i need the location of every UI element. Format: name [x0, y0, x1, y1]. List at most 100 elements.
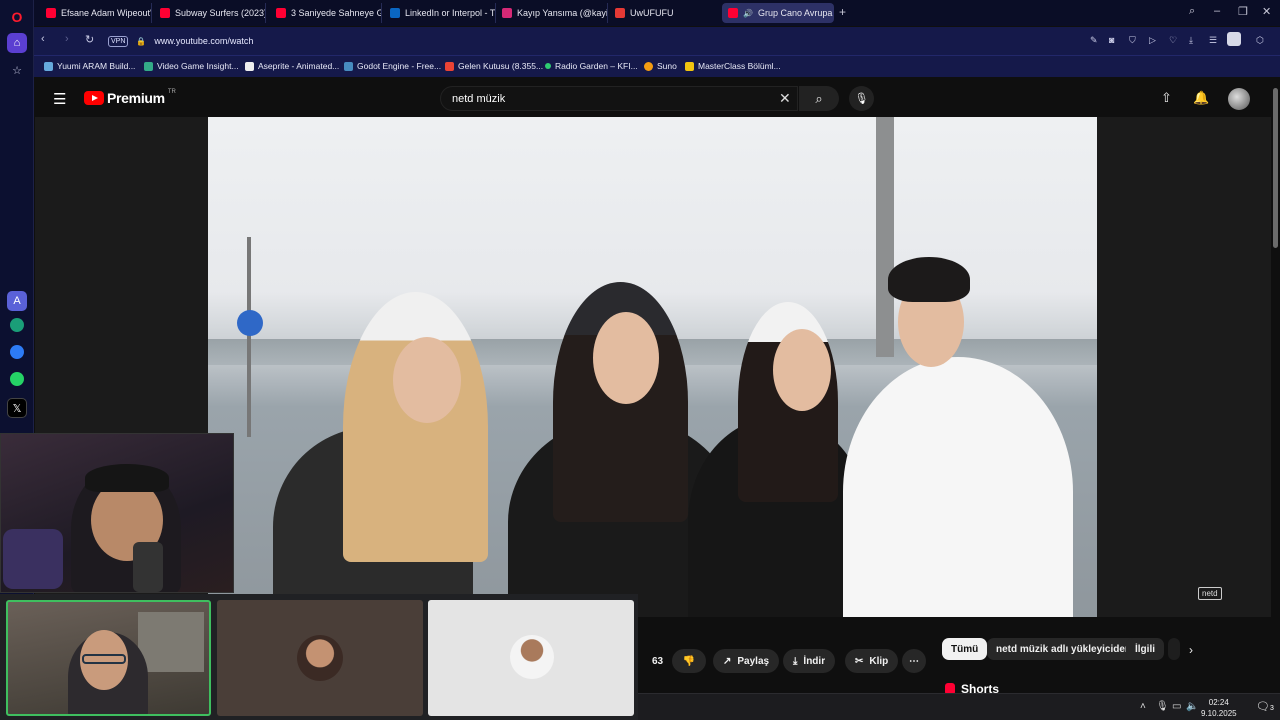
thumbs-down-icon: 👎: [682, 655, 696, 667]
region-label: TR: [167, 89, 176, 95]
tab-title: Efsane Adam Wipeout'da: [61, 8, 152, 18]
bookmark[interactable]: Gelen Kutusu (8.355...: [445, 61, 543, 71]
new-tab-button[interactable]: +: [839, 5, 846, 19]
dislike-button[interactable]: 👎: [672, 649, 706, 673]
volume-icon[interactable]: 🔈: [1186, 701, 1198, 712]
youtube-logo[interactable]: Premium TR: [84, 89, 176, 106]
system-clock[interactable]: 02:24 9.10.2025: [1201, 697, 1237, 719]
reload-icon[interactable]: ↻: [85, 33, 94, 46]
participant-tile-active[interactable]: [6, 600, 211, 716]
clear-search-icon[interactable]: ✕: [779, 90, 791, 107]
video-face: [393, 337, 461, 423]
star-icon[interactable]: ☆: [7, 60, 27, 80]
scrollbar-thumb[interactable]: [1273, 88, 1278, 248]
chip-from-uploader[interactable]: netd müzik adlı yükleyiciden: [987, 638, 1141, 660]
participant-tile[interactable]: [217, 600, 423, 716]
bookmark-favicon-icon: [144, 61, 153, 71]
video-pole: [247, 237, 251, 437]
video-person: [343, 292, 488, 562]
whatsapp-icon[interactable]: [10, 372, 24, 386]
chevron-up-icon[interactable]: ˄: [1140, 701, 1146, 712]
tab-title: UwUFUFU: [630, 8, 674, 18]
notifications-bell-icon[interactable]: 🔔: [1193, 90, 1209, 106]
participant-tile[interactable]: [428, 600, 634, 716]
messenger-icon[interactable]: [10, 345, 24, 359]
chip-more[interactable]: [1168, 638, 1180, 660]
x-twitter-icon[interactable]: 𝕏: [7, 398, 27, 418]
camera-icon[interactable]: ◙: [1109, 35, 1114, 45]
lamp-marker: [237, 310, 263, 336]
tab[interactable]: UwUFUFU: [609, 3, 721, 23]
video-face: [773, 329, 831, 411]
bookmark-favicon-icon: [44, 61, 53, 71]
search-input[interactable]: netd müzik: [440, 86, 798, 111]
more-actions-button[interactable]: ⋯: [902, 649, 926, 673]
bookmark-label: Yuumi ARAM Build...: [57, 61, 136, 71]
home-icon[interactable]: ⌂: [7, 33, 27, 53]
vpn-badge[interactable]: VPN: [108, 35, 129, 47]
bookmark-label: Radio Garden – KFI...: [555, 61, 638, 71]
video-frame[interactable]: [208, 117, 1097, 617]
like-button[interactable]: 63: [636, 649, 663, 673]
close-icon[interactable]: ✕: [1262, 5, 1271, 18]
bookmark[interactable]: Yuumi ARAM Build...: [44, 61, 135, 71]
tab[interactable]: Kayıp Yansıma (@kayipyan: [496, 3, 608, 23]
back-icon[interactable]: ‹: [41, 33, 45, 45]
url-field[interactable]: VPN 🔒 www.youtube.com/watch: [108, 32, 1280, 50]
share-button[interactable]: ↗ Paylaş: [713, 649, 780, 673]
opera-logo-icon[interactable]: O: [7, 7, 27, 27]
tab[interactable]: LinkedIn or Interpol - The: [384, 3, 496, 23]
shield-icon[interactable]: ⛉: [1129, 35, 1136, 46]
download-icon[interactable]: ⤓: [1189, 35, 1193, 46]
minimize-icon[interactable]: –: [1214, 5, 1220, 17]
youtube-favicon-icon: [276, 8, 286, 18]
notification-center-icon[interactable]: 🗨3: [1256, 700, 1274, 713]
menu-lines-icon[interactable]: ☰: [1209, 35, 1217, 46]
microphone-icon[interactable]: 🎙: [1156, 701, 1169, 712]
bookmark[interactable]: Godot Engine - Free...: [344, 61, 441, 71]
tab[interactable]: Subway Surfers (2023) - G: [154, 3, 266, 23]
bookmark-favicon-icon: [644, 61, 653, 71]
video-face: [593, 312, 659, 404]
tab-active[interactable]: 🔊 Grup Cano Avrupa - Y: [722, 3, 834, 23]
chip-all[interactable]: Tümü: [942, 638, 988, 660]
channel-watermark[interactable]: netd: [1198, 587, 1222, 600]
download-label: İndir: [803, 655, 826, 667]
page-scrollbar[interactable]: [1271, 78, 1280, 693]
glasses-icon: [82, 654, 126, 664]
bookmark[interactable]: Video Game Insight...: [144, 61, 239, 71]
play-icon[interactable]: ▷: [1149, 35, 1156, 46]
clip-button[interactable]: ✂ Klip: [845, 649, 899, 673]
bookmark-favicon-icon: [445, 61, 454, 71]
search-button[interactable]: ⌕: [799, 86, 839, 111]
bookmark[interactable]: MasterClass Bölüml...: [685, 61, 781, 71]
upload-icon[interactable]: ⇧: [1161, 90, 1172, 106]
search-tabs-icon[interactable]: ⌕: [1189, 5, 1195, 18]
forward-icon[interactable]: ›: [65, 33, 69, 45]
network-icon[interactable]: ▭: [1172, 701, 1181, 712]
heart-icon[interactable]: ♡: [1169, 35, 1177, 46]
aria-icon[interactable]: A: [7, 291, 27, 311]
chip-related[interactable]: İlgili: [1126, 638, 1164, 660]
voice-search-icon[interactable]: 🎙: [849, 86, 874, 111]
clock-date: 9.10.2025: [1201, 709, 1237, 718]
account-avatar[interactable]: [1228, 88, 1250, 110]
bookmark[interactable]: Aseprite - Animated...: [245, 61, 339, 71]
hamburger-menu-icon[interactable]: ☰: [53, 90, 66, 108]
clock-time: 02:24: [1208, 698, 1229, 707]
download-button[interactable]: ⤓ İndir: [783, 649, 836, 673]
bookmark[interactable]: Suno: [644, 61, 677, 71]
chatgpt-icon[interactable]: [10, 318, 24, 332]
youtube-header: ☰ Premium TR netd müzik ✕ ⌕ 🎙 ⇧ 🔔: [35, 78, 1271, 118]
restore-icon[interactable]: ❐: [1238, 5, 1248, 18]
tab-title: LinkedIn or Interpol - The: [405, 8, 496, 18]
linkedin-favicon-icon: [390, 8, 400, 18]
more-icon: ⋯: [909, 655, 919, 667]
tab[interactable]: Efsane Adam Wipeout'da: [40, 3, 152, 23]
edit-icon[interactable]: ✎: [1090, 35, 1098, 46]
tab[interactable]: 3 Saniyede Sahneye Göre: [270, 3, 382, 23]
cube-icon[interactable]: ⬡: [1256, 35, 1264, 46]
extension-icon[interactable]: [1227, 32, 1241, 46]
chevron-right-icon[interactable]: ›: [1189, 643, 1193, 657]
bookmark[interactable]: Radio Garden – KFI...: [545, 61, 638, 71]
